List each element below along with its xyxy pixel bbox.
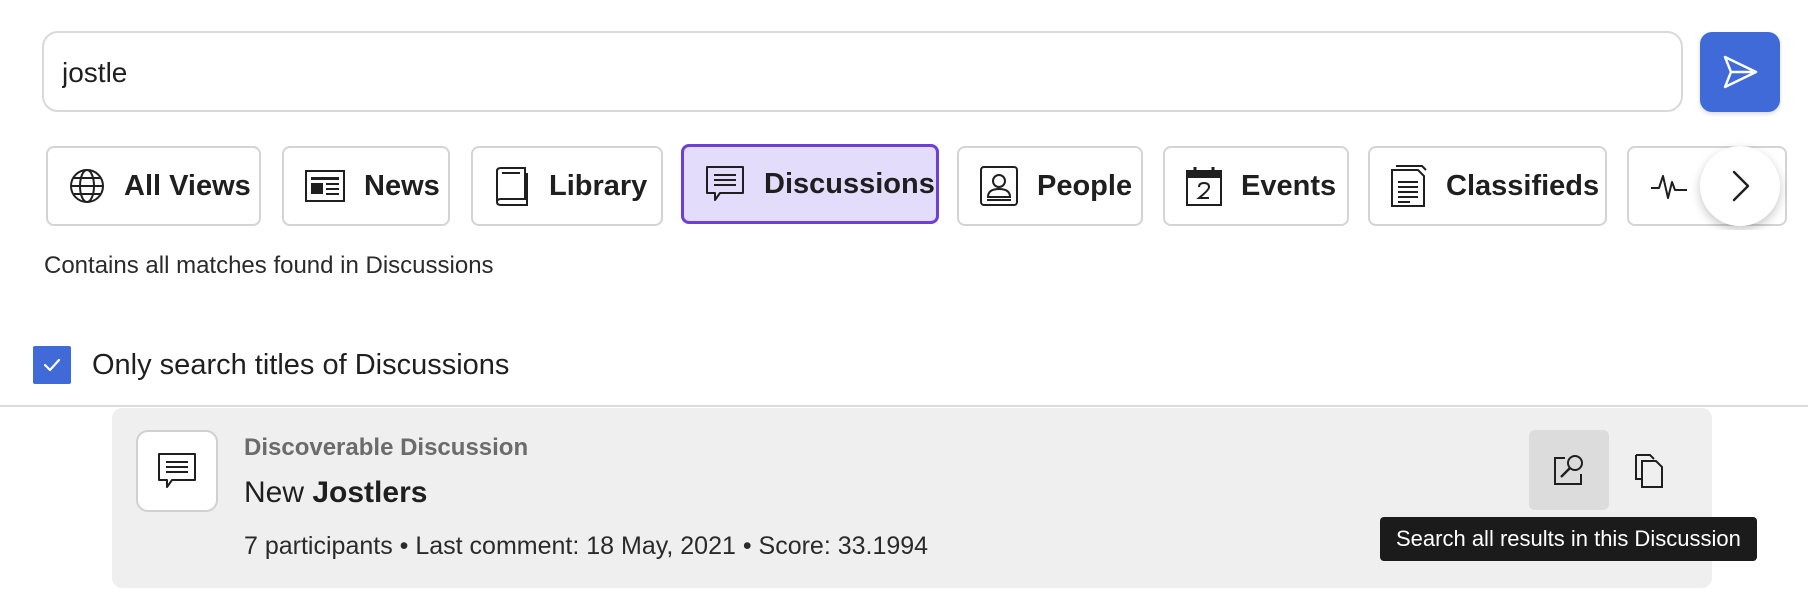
view-description: Contains all matches found in Discussion…: [44, 252, 494, 279]
tab-label: News: [364, 169, 440, 202]
tab-library[interactable]: Library: [471, 146, 663, 226]
tab-label: Library: [549, 169, 648, 202]
titles-only-checkbox[interactable]: [33, 346, 71, 384]
search-in-discussion-button[interactable]: [1529, 430, 1609, 510]
tab-label: Events: [1241, 169, 1337, 202]
result-title[interactable]: New Jostlers: [244, 476, 427, 510]
tab-discussions[interactable]: Discussions: [681, 144, 939, 224]
checkmark-icon: [43, 358, 61, 372]
tab-label: All Views: [124, 169, 251, 202]
speech-bubble-icon: [158, 453, 196, 488]
result-type-icon: [136, 430, 218, 512]
result-type-label: Discoverable Discussion: [244, 434, 529, 461]
tab-label: Classifieds: [1446, 169, 1600, 202]
globe-icon: [70, 169, 104, 203]
search-in-document-icon: [1554, 455, 1583, 485]
titles-only-label[interactable]: Only search titles of Discussions: [92, 346, 509, 384]
tab-all-views[interactable]: All Views: [46, 146, 261, 226]
speech-bubble-icon: [706, 166, 744, 201]
tooltip: Search all results in this Discussion: [1380, 517, 1757, 561]
tab-classifieds[interactable]: Classifieds: [1368, 146, 1607, 226]
result-title-match: Jostlers: [312, 476, 428, 509]
document-stack-icon: [1391, 165, 1427, 207]
result-title-prefix: New: [244, 476, 313, 509]
tabs-scroll-next-button[interactable]: [1700, 146, 1780, 226]
tab-events[interactable]: Events: [1163, 146, 1349, 226]
copy-icon: [1635, 454, 1663, 488]
chevron-right-icon: [1732, 170, 1750, 202]
divider: [0, 405, 1808, 407]
tab-label: People: [1037, 169, 1133, 202]
result-meta: 7 participants • Last comment: 18 May, 2…: [244, 532, 929, 560]
activity-pulse-icon: [1651, 175, 1687, 199]
result-item[interactable]: Discoverable Discussion New Jostlers 7 p…: [112, 408, 1712, 588]
tab-people[interactable]: People: [957, 146, 1143, 226]
copy-button[interactable]: [1609, 430, 1689, 510]
newspaper-icon: [305, 170, 345, 202]
person-card-icon: [980, 166, 1018, 206]
calendar-icon: [1186, 167, 1222, 206]
book-icon: [496, 167, 528, 206]
tab-label: Discussions: [764, 167, 935, 200]
tab-news[interactable]: News: [282, 146, 450, 226]
view-tabs: All Views News Library Discussions Peopl…: [0, 0, 1808, 230]
